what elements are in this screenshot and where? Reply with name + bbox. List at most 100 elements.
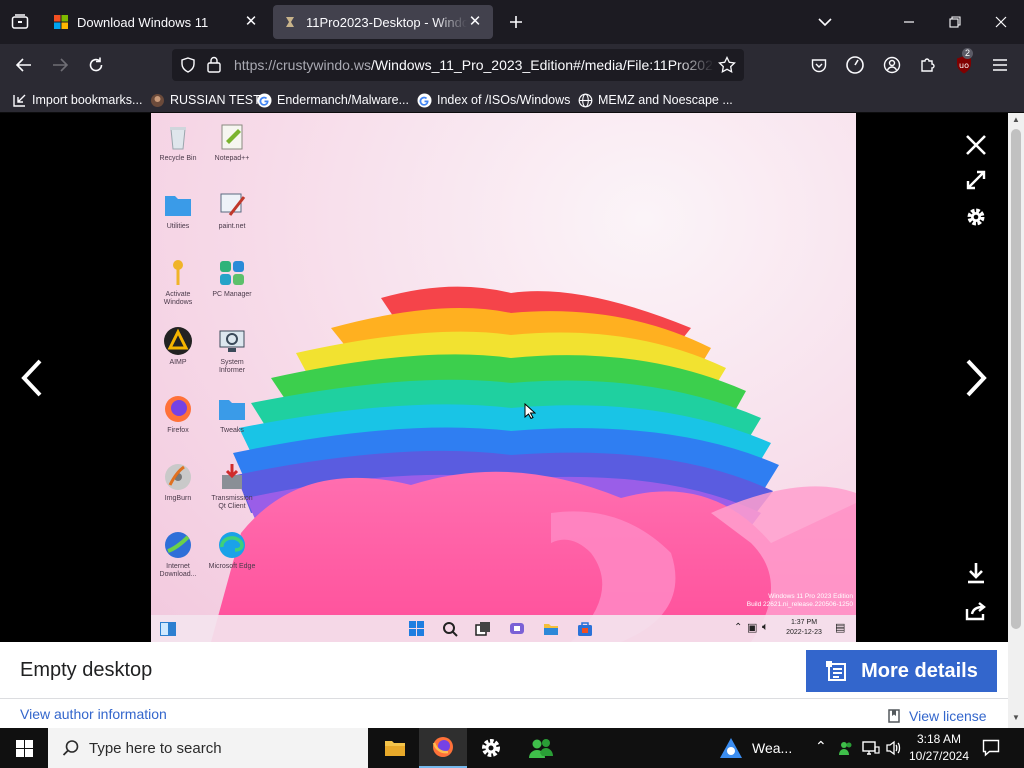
- desktop-icon-internet-download-manager[interactable]: Internet Download...: [153, 529, 203, 579]
- pc-manager-icon: [220, 261, 244, 285]
- desktop-icon-system-informer[interactable]: System Informer: [207, 325, 257, 375]
- file-explorer-icon[interactable]: [543, 621, 559, 637]
- bookmark-endermanch-malware[interactable]: Endermanch/Malware...: [257, 90, 409, 110]
- close-window-button[interactable]: [978, 0, 1024, 44]
- settings-button[interactable]: [962, 203, 990, 231]
- app-menu-button[interactable]: [985, 50, 1015, 80]
- view-license-label: View license: [909, 708, 987, 724]
- desktop-icon-label: Tweaks: [220, 427, 244, 434]
- task-view-icon[interactable]: [475, 621, 491, 637]
- taskbar-file-explorer[interactable]: [371, 728, 419, 768]
- notification-center-icon[interactable]: [982, 739, 1000, 757]
- tab-11pro2023-desktop[interactable]: 11Pro2023-Desktop - Windows ✕: [273, 5, 493, 39]
- pocket-button[interactable]: [804, 50, 834, 80]
- restore-button[interactable]: [932, 0, 978, 44]
- show-hidden-icons-chevron-icon[interactable]: ⌃: [815, 738, 827, 755]
- desktop-icon-recycle-bin[interactable]: Recycle Bin: [153, 121, 203, 163]
- network-icon[interactable]: [862, 740, 880, 756]
- desktop-icon-firefox[interactable]: Firefox: [153, 393, 203, 435]
- minimize-button[interactable]: [886, 0, 932, 44]
- lock-icon[interactable]: [207, 56, 221, 73]
- desktop-icon-aimp[interactable]: AIMP: [153, 325, 203, 367]
- close-lightbox-button[interactable]: [962, 131, 990, 159]
- user-tray-icon[interactable]: [838, 740, 854, 756]
- desktop-icon-label: Recycle Bin: [159, 155, 197, 162]
- view-author-link[interactable]: View author information: [20, 706, 167, 722]
- reload-button[interactable]: [81, 50, 111, 80]
- bookmark-index-isos[interactable]: Index of /ISOs/Windows: [417, 90, 570, 110]
- scroll-down-arrow-icon[interactable]: ▼: [1012, 713, 1020, 722]
- expand-icon: [966, 170, 986, 190]
- bookmark-star-icon[interactable]: [718, 56, 736, 74]
- bookmark-russian-test[interactable]: RUSSIAN TEST: [150, 90, 261, 110]
- desktop-tray-chevron-icon[interactable]: ⌃: [734, 622, 742, 633]
- back-button[interactable]: [9, 50, 39, 80]
- next-image-button[interactable]: [958, 356, 994, 400]
- tab-list-icon: [11, 14, 29, 29]
- lightbox-image[interactable]: Recycle Bin Notepad++ Utilities paint.ne…: [151, 113, 856, 642]
- desktop-icon-paint-net[interactable]: paint.net: [207, 189, 257, 231]
- widgets-icon[interactable]: [160, 622, 176, 636]
- desktop-icon-imgburn[interactable]: ImgBurn: [153, 461, 203, 503]
- page-scrollbar[interactable]: ▲ ▼: [1008, 113, 1024, 728]
- view-license-link[interactable]: View license: [888, 708, 987, 724]
- desktop-network-icon[interactable]: ▣: [747, 621, 757, 634]
- fullscreen-button[interactable]: [962, 166, 990, 194]
- scroll-thumb[interactable]: [1011, 129, 1021, 629]
- weather-widget[interactable]: Wea...: [718, 728, 792, 768]
- url-text[interactable]: https://crustywindo.ws/Windows_11_Pro_20…: [234, 57, 714, 73]
- desktop-icon-tweaks[interactable]: Tweaks: [207, 393, 257, 435]
- teams-chat-icon[interactable]: [509, 621, 525, 637]
- tab-list-button[interactable]: [6, 8, 34, 36]
- taskbar-clock[interactable]: 3:18 AM 10/27/2024: [905, 731, 973, 765]
- search-icon[interactable]: [442, 621, 458, 637]
- volume-icon[interactable]: [885, 740, 903, 756]
- start-icon[interactable]: [409, 621, 424, 636]
- desktop-icon-transmission[interactable]: Transmission Qt Client: [207, 461, 257, 511]
- desktop-clock[interactable]: 1:37 PM 2022-12-23: [779, 618, 829, 638]
- bookmark-import[interactable]: Import bookmarks...: [12, 90, 142, 110]
- close-tab-icon[interactable]: ✕: [467, 14, 483, 30]
- list-all-tabs-button[interactable]: [812, 9, 838, 35]
- system-informer-icon: [219, 330, 245, 352]
- file-explorer-icon: [385, 741, 405, 756]
- ublock-origin-button[interactable]: uo 2: [949, 48, 979, 80]
- bookmark-memz-noescape[interactable]: MEMZ and Noescape ...: [578, 90, 733, 110]
- firefox-icon: [165, 396, 191, 422]
- taskbar-search-box[interactable]: Type here to search: [48, 728, 368, 768]
- plus-icon: [510, 16, 522, 28]
- restore-icon: [949, 16, 961, 28]
- extensions-button[interactable]: [913, 50, 943, 80]
- desktop-icon-label: System Informer: [218, 359, 246, 374]
- url-host: https://crustywindo.ws: [234, 57, 371, 73]
- address-bar[interactable]: https://crustywindo.ws/Windows_11_Pro_20…: [172, 49, 744, 81]
- more-details-button[interactable]: More details: [806, 650, 997, 692]
- share-button[interactable]: [962, 597, 990, 625]
- people-icon: [529, 739, 553, 758]
- taskbar-firefox[interactable]: [419, 728, 467, 768]
- new-tab-button[interactable]: [503, 9, 529, 35]
- scroll-up-arrow-icon[interactable]: ▲: [1012, 115, 1020, 124]
- close-tab-icon[interactable]: ✕: [243, 14, 259, 30]
- start-button[interactable]: [0, 728, 48, 768]
- taskbar-users-app[interactable]: [517, 728, 565, 768]
- desktop-notification-icon[interactable]: ▤: [835, 621, 845, 634]
- store-icon[interactable]: [577, 621, 593, 637]
- edge-icon: [219, 532, 245, 558]
- previous-image-button[interactable]: [14, 356, 50, 400]
- desktop-volume-icon[interactable]: 🔈︎: [762, 621, 769, 634]
- tab-download-windows-11[interactable]: Download Windows 11 ✕: [44, 5, 269, 39]
- taskbar-time: 3:18 AM: [916, 732, 962, 746]
- desktop-icon-notepad-plus-plus[interactable]: Notepad++: [207, 121, 257, 163]
- desktop-icon-microsoft-edge[interactable]: Microsoft Edge: [207, 529, 257, 571]
- speed-extension-button[interactable]: [840, 50, 870, 80]
- desktop-icon-pc-manager[interactable]: PC Manager: [207, 257, 257, 299]
- download-button[interactable]: [962, 559, 990, 587]
- desktop-icon-activate-windows[interactable]: Activate Windows: [153, 257, 203, 307]
- account-button[interactable]: [877, 50, 907, 80]
- weather-icon: [720, 738, 742, 758]
- forward-button[interactable]: [45, 50, 75, 80]
- tracking-protection-shield-icon[interactable]: [180, 57, 196, 73]
- desktop-icon-utilities[interactable]: Utilities: [153, 189, 203, 231]
- taskbar-settings[interactable]: [467, 728, 515, 768]
